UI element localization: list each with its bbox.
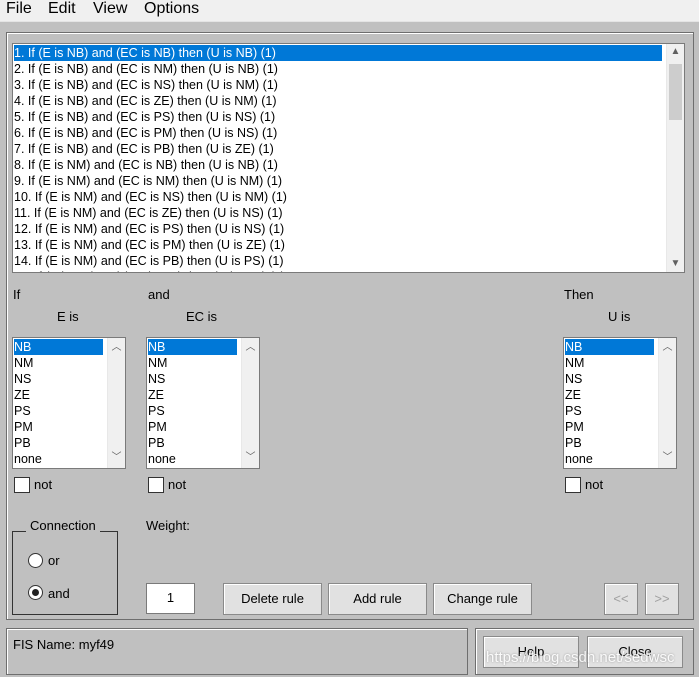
rule-list-item[interactable]: 10. If (E is NM) and (EC is NS) then (U … (14, 189, 662, 205)
if-label: If (13, 287, 21, 302)
and-radio-label: and (48, 586, 70, 601)
scroll-up-icon[interactable]: ︿ (242, 340, 259, 356)
rule-list-item[interactable]: 14. If (E is NM) and (EC is PB) then (U … (14, 253, 662, 269)
menu-edit[interactable]: Edit (48, 0, 76, 20)
mf-list-item[interactable]: NB (565, 339, 654, 355)
mf-list-item[interactable]: PB (14, 435, 103, 451)
scroll-down-icon[interactable]: ▼ (667, 256, 684, 272)
mf-list-item[interactable]: ZE (14, 387, 103, 403)
add-rule-button[interactable]: Add rule (328, 583, 427, 615)
radio-selected-icon (32, 589, 39, 596)
connection-title: Connection (26, 518, 100, 533)
mf-list-item[interactable]: PS (148, 403, 237, 419)
mf-list-item[interactable]: NB (14, 339, 103, 355)
e-not-checkbox[interactable] (14, 477, 30, 493)
mf-list-item[interactable]: PM (148, 419, 237, 435)
menu-bar: File Edit View Options (0, 0, 699, 22)
scroll-down-icon[interactable]: ﹀ (108, 450, 125, 466)
prev-rule-button[interactable]: << (604, 583, 638, 615)
mf-list-item[interactable]: NS (14, 371, 103, 387)
weight-input[interactable]: 1 (146, 583, 195, 614)
mf-list-item[interactable]: none (14, 451, 103, 467)
or-label: or (48, 553, 60, 568)
mf-list-item[interactable]: NM (14, 355, 103, 371)
and-radio[interactable] (28, 585, 43, 600)
or-radio[interactable] (28, 553, 43, 568)
rule-list-item[interactable]: 9. If (E is NM) and (EC is NM) then (U i… (14, 173, 662, 189)
watermark: https://blog.csdn.net/sedwsc (486, 649, 675, 666)
mf-list-item[interactable]: NM (148, 355, 237, 371)
u-mf-scrollbar[interactable]: ︿ ﹀ (658, 338, 676, 468)
e-mf-list[interactable]: NB NM NS ZE PS PM PB none ︿ ﹀ (12, 337, 126, 469)
ec-title: EC is (186, 309, 218, 324)
menu-options[interactable]: Options (144, 0, 199, 20)
rule-list-item[interactable]: 12. If (E is NM) and (EC is PS) then (U … (14, 221, 662, 237)
mf-list-item[interactable]: PB (148, 435, 237, 451)
u-not-checkbox[interactable] (565, 477, 581, 493)
e-not-label: not (34, 477, 53, 492)
rule-list-item[interactable]: 3. If (E is NB) and (EC is NS) then (U i… (14, 77, 662, 93)
e-mf-scrollbar[interactable]: ︿ ﹀ (107, 338, 125, 468)
mf-list-item[interactable]: NS (148, 371, 237, 387)
mf-list-item[interactable]: NB (148, 339, 237, 355)
rule-list-item[interactable]: 1. If (E is NB) and (EC is NB) then (U i… (14, 45, 662, 61)
scroll-thumb[interactable] (669, 64, 682, 120)
menu-file[interactable]: File (6, 0, 32, 20)
scroll-up-icon[interactable]: ︿ (108, 340, 125, 356)
rule-list-item[interactable]: 13. If (E is NM) and (EC is PM) then (U … (14, 237, 662, 253)
ec-mf-scrollbar[interactable]: ︿ ﹀ (241, 338, 259, 468)
rule-list-item[interactable]: 8. If (E is NM) and (EC is NB) then (U i… (14, 157, 662, 173)
u-not-label: not (585, 477, 604, 492)
mf-list-item[interactable]: NM (565, 355, 654, 371)
rule-list-item[interactable]: 5. If (E is NB) and (EC is PS) then (U i… (14, 109, 662, 125)
mf-list-item[interactable]: PB (565, 435, 654, 451)
ec-mf-list[interactable]: NB NM NS ZE PS PM PB none ︿ ﹀ (146, 337, 260, 469)
change-rule-button[interactable]: Change rule (433, 583, 532, 615)
ec-not-checkbox[interactable] (148, 477, 164, 493)
next-rule-button[interactable]: >> (645, 583, 679, 615)
fis-name-status: FIS Name: myf49 (13, 637, 115, 652)
e-title: E is (57, 309, 79, 324)
u-title: U is (608, 309, 631, 324)
rule-list-scrollbar[interactable]: ▲ ▼ (666, 44, 684, 272)
mf-list-item[interactable]: none (565, 451, 654, 467)
rule-list-item[interactable]: 11. If (E is NM) and (EC is ZE) then (U … (14, 205, 662, 221)
mf-list-item[interactable]: PS (565, 403, 654, 419)
u-mf-list[interactable]: NB NM NS ZE PS PM PB none ︿ ﹀ (563, 337, 677, 469)
mf-list-item[interactable]: PM (14, 419, 103, 435)
scroll-down-icon[interactable]: ﹀ (242, 450, 259, 466)
mf-list-item[interactable]: none (148, 451, 237, 467)
mf-list-item[interactable]: NS (565, 371, 654, 387)
scroll-down-icon[interactable]: ﹀ (659, 450, 676, 466)
connection-group (12, 531, 118, 615)
then-label: Then (564, 287, 594, 302)
rule-list-item[interactable]: 2. If (E is NB) and (EC is NM) then (U i… (14, 61, 662, 77)
ec-not-label: not (168, 477, 187, 492)
rule-list[interactable]: 1. If (E is NB) and (EC is NB) then (U i… (12, 43, 685, 273)
menu-view[interactable]: View (93, 0, 127, 20)
mf-list-item[interactable]: PS (14, 403, 103, 419)
rule-list-item[interactable]: 15. If (E is NS) and (EC is NB) then (U … (14, 269, 662, 272)
rule-list-item[interactable]: 6. If (E is NB) and (EC is PM) then (U i… (14, 125, 662, 141)
mf-list-item[interactable]: ZE (565, 387, 654, 403)
mf-list-item[interactable]: PM (565, 419, 654, 435)
and-label: and (148, 287, 170, 302)
weight-label: Weight: (146, 518, 190, 533)
rule-list-item[interactable]: 4. If (E is NB) and (EC is ZE) then (U i… (14, 93, 662, 109)
scroll-up-icon[interactable]: ▲ (667, 44, 684, 60)
rule-list-item[interactable]: 7. If (E is NB) and (EC is PB) then (U i… (14, 141, 662, 157)
mf-list-item[interactable]: ZE (148, 387, 237, 403)
delete-rule-button[interactable]: Delete rule (223, 583, 322, 615)
scroll-up-icon[interactable]: ︿ (659, 340, 676, 356)
